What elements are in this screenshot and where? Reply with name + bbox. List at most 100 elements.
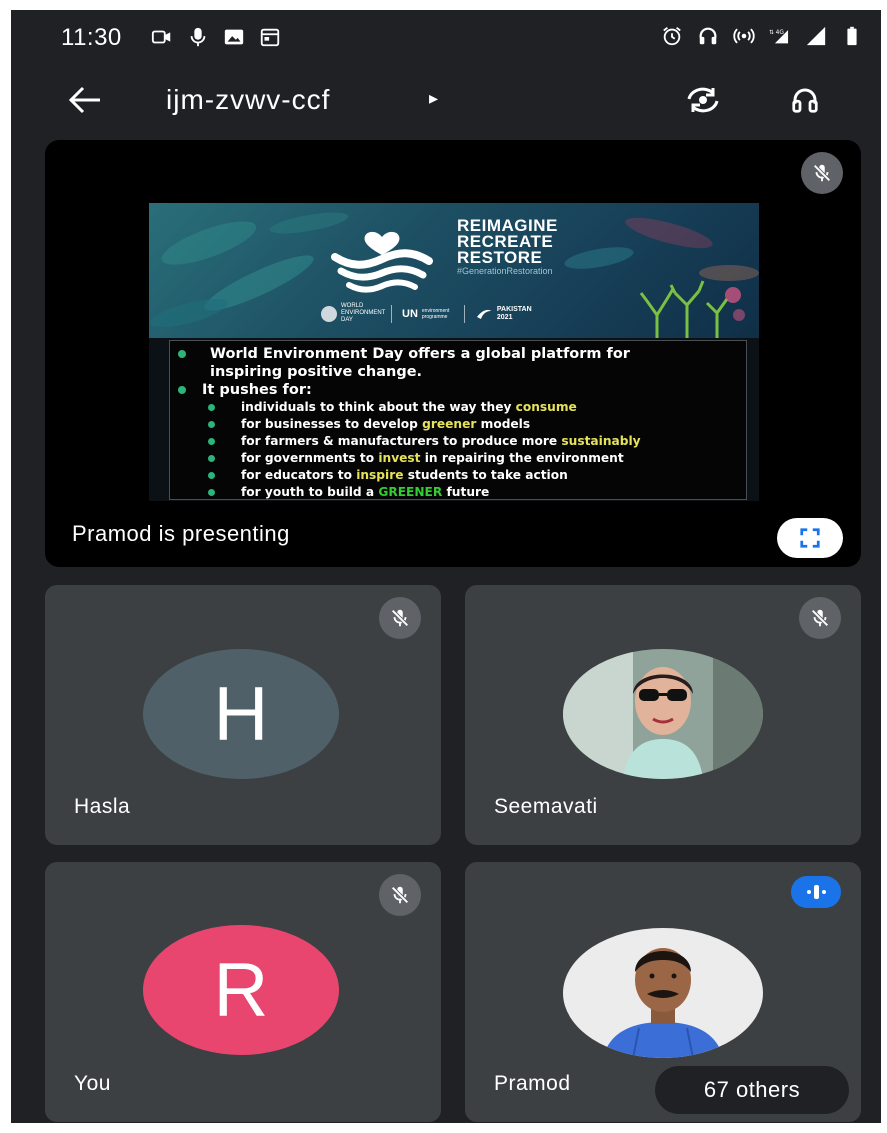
mic-off-icon — [391, 886, 409, 904]
bullet-dot — [208, 472, 215, 479]
bullet-dot — [208, 489, 215, 496]
arrow-back-icon — [68, 86, 100, 114]
bullet-1: World Environment Day offers a global pl… — [178, 345, 738, 363]
headset-icon — [699, 27, 717, 45]
status-left-icons — [151, 26, 281, 48]
audio-bar — [813, 885, 819, 899]
sub-item-text: individuals to think about the way they … — [241, 400, 577, 414]
participant-photo-pramod — [563, 928, 763, 1058]
mic-off-icon — [811, 609, 829, 627]
unep-logo-subtext: environment programme — [421, 307, 450, 320]
pakistan-logo: PAKISTAN 2021 — [475, 306, 537, 322]
status-bar: 11:30 ⇅ 4G — [11, 10, 881, 62]
muted-badge — [379, 597, 421, 639]
participant-name: Pramod — [494, 1072, 571, 1095]
audio-bar — [821, 890, 826, 894]
bullet-2-text: It pushes for: — [202, 382, 312, 398]
logo-divider — [463, 304, 465, 323]
fullscreen-icon — [800, 528, 820, 548]
sub-item-text: for farmers & manufacturers to produce m… — [241, 434, 641, 448]
presenting-label: Pramod is presenting — [72, 521, 290, 546]
participant-photo-seemavati — [563, 649, 763, 779]
bullet-dot — [208, 455, 215, 462]
presentation-tile[interactable]: REIMAGINE RECREATE RESTORE #GenerationRe… — [45, 140, 861, 567]
pakistan-logo-text: PAKISTAN 2021 — [496, 305, 532, 321]
coral-image — [639, 280, 745, 338]
alarm-icon — [663, 27, 681, 46]
network-label: 4G — [776, 30, 785, 36]
globe-icon — [321, 305, 337, 322]
bullet-dot — [178, 386, 186, 394]
sub-item-2: for businesses to develop greener models — [208, 416, 738, 433]
switch-camera-button[interactable] — [679, 78, 727, 122]
shared-slide: REIMAGINE RECREATE RESTORE #GenerationRe… — [149, 203, 759, 501]
bullet-dot — [178, 350, 186, 358]
slide-text-box: World Environment Day offers a global pl… — [169, 340, 747, 500]
world-environment-day-logo — [331, 231, 433, 293]
meeting-details-caret-icon[interactable]: ▸ — [429, 88, 438, 109]
video-call-icon — [151, 30, 171, 44]
pakistan-emblem-icon — [476, 309, 491, 319]
audio-bar — [806, 890, 811, 894]
speaking-indicator — [791, 876, 841, 908]
wed-logo-text: WORLD ENVIRONMENT DAY — [341, 303, 386, 323]
presenter-muted-badge — [801, 152, 843, 194]
sub-item-text: for governments to invest in repairing t… — [241, 451, 624, 465]
avatar-you: R — [143, 925, 339, 1055]
banner-line-3: RESTORE — [457, 248, 543, 267]
mic-off-icon — [391, 609, 409, 627]
status-right-icons: ⇅ 4G — [661, 25, 863, 47]
svg-text:⇅: ⇅ — [769, 29, 774, 36]
calendar-icon — [260, 28, 280, 47]
bullet-1-line-1: World Environment Day offers a global pl… — [210, 346, 630, 362]
sub-item-4: for governments to invest in repairing t… — [208, 450, 738, 467]
others-count-chip[interactable]: 67 others — [655, 1066, 849, 1114]
slide-banner: REIMAGINE RECREATE RESTORE #GenerationRe… — [149, 203, 759, 338]
mic-off-icon — [813, 164, 831, 182]
unep-logo-text: UN — [402, 307, 418, 320]
fullscreen-button[interactable] — [777, 518, 843, 558]
signal-icon — [806, 26, 826, 46]
participant-tile-pramod[interactable]: Pramod 67 others — [465, 862, 861, 1122]
hotspot-icon — [733, 28, 755, 44]
muted-badge — [799, 597, 841, 639]
muted-badge — [379, 874, 421, 916]
unep-logo: UN environment programme — [402, 308, 454, 320]
meeting-top-bar: ijm-zvwv-ccf ▸ — [11, 72, 881, 128]
bullet-dot — [208, 438, 215, 445]
switch-camera-icon — [687, 87, 719, 113]
sub-item-5: for educators to inspire students to tak… — [208, 467, 738, 484]
meet-screen: 11:30 ⇅ 4G ijm-zvwv-ccf ▸ REIMAGINE RECR… — [11, 10, 881, 1123]
meeting-code[interactable]: ijm-zvwv-ccf — [166, 84, 330, 116]
participant-tile-hasla[interactable]: H Hasla — [45, 585, 441, 845]
sub-item-1: individuals to think about the way they … — [208, 399, 738, 416]
wed-logo: WORLD ENVIRONMENT DAY — [321, 303, 386, 324]
participant-name: Hasla — [74, 795, 131, 818]
bullet-1-line-2: inspiring positive change. — [210, 364, 423, 380]
participant-name: Seemavati — [494, 795, 598, 818]
profile-photo — [563, 649, 763, 779]
4g-signal-icon: ⇅ 4G — [769, 29, 789, 44]
participant-tile-you[interactable]: R You — [45, 862, 441, 1122]
status-time: 11:30 — [61, 24, 122, 51]
avatar-hasla: H — [143, 649, 339, 779]
profile-photo — [563, 928, 763, 1058]
bullet-2: It pushes for: — [178, 381, 738, 399]
sub-item-text: for businesses to develop greener models — [241, 417, 531, 431]
sub-item-text: for educators to inspire students to tak… — [241, 468, 568, 482]
mic-icon — [190, 27, 206, 47]
sub-item-text: for youth to build a GREENER future — [241, 485, 490, 499]
participant-tile-seemavati[interactable]: Seemavati — [465, 585, 861, 845]
participant-name: You — [74, 1072, 111, 1095]
sub-item-6: for youth to build a GREENER future — [208, 484, 738, 501]
banner-logos: WORLD ENVIRONMENT DAY UN environment prog… — [321, 303, 537, 324]
image-icon — [224, 29, 244, 45]
audio-output-button[interactable] — [781, 78, 829, 122]
banner-hashtag: #GenerationRestoration — [457, 266, 553, 276]
back-button[interactable] — [63, 78, 107, 122]
bullet-dot — [208, 421, 215, 428]
bullet-dot — [208, 404, 215, 411]
logo-divider — [391, 304, 392, 323]
sub-item-3: for farmers & manufacturers to produce m… — [208, 433, 738, 450]
battery-icon — [847, 26, 857, 46]
